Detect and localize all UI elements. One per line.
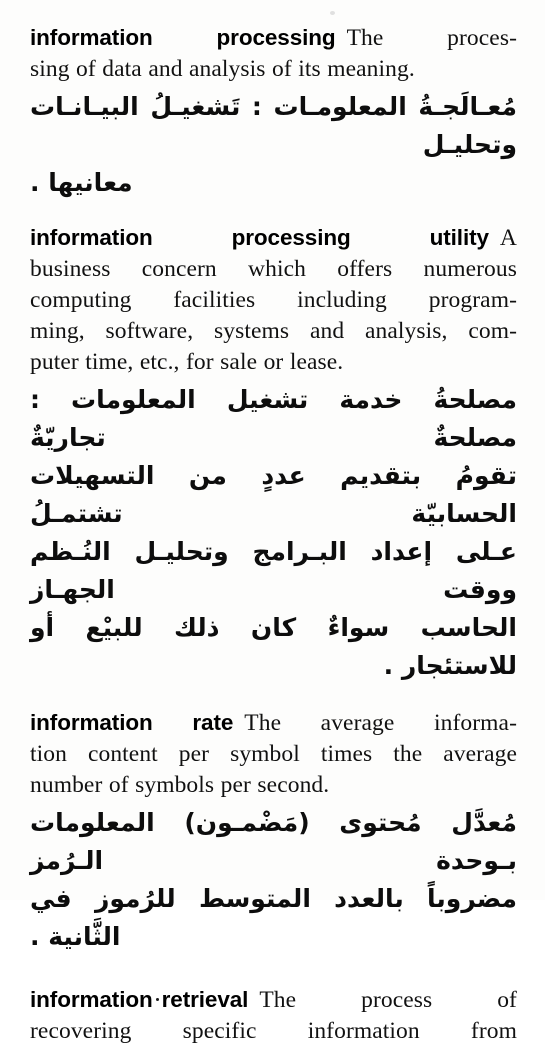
english-definition-block: information rate The average informa- tio… bbox=[30, 707, 517, 801]
entry-headword: information retrieval bbox=[30, 987, 248, 1012]
entry-headword: information processing bbox=[30, 25, 336, 50]
english-line: ming, software, systems and analysis, co… bbox=[30, 318, 517, 344]
scanned-page: information processing The proces- sing o… bbox=[0, 0, 545, 1044]
arabic-line: مُعـالَجـةُ المعلومـات : تَشغيـلُ البيـا… bbox=[30, 92, 517, 159]
english-line: number of symbols per second. bbox=[30, 772, 330, 798]
entry-headword: information processing utility bbox=[30, 225, 489, 250]
entry-headword-part-2: retrieval bbox=[161, 987, 249, 1012]
english-line: business concern which offers numerous bbox=[30, 256, 517, 282]
arabic-definition-block: مُعدَّل مُحتوى (مَضْمـون) المعلومات بـوح… bbox=[30, 804, 517, 956]
english-line: recovering specific information from bbox=[30, 1018, 517, 1044]
arabic-line: معانيها . bbox=[30, 168, 133, 197]
entry-headword-part-1: information bbox=[30, 987, 153, 1012]
arabic-line: عـلى إعداد البـرامج وتحليـل النُـظم ووقت… bbox=[30, 537, 517, 604]
english-line-text: sing of data and analysis of its meaning… bbox=[30, 56, 415, 82]
scan-speck-inline bbox=[155, 998, 159, 1001]
english-line: puter time, etc., for sale or lease. bbox=[30, 349, 344, 375]
english-line: information retrieval The process of bbox=[30, 984, 517, 1016]
english-line: tion content per symbol times the averag… bbox=[30, 741, 517, 767]
arabic-line: مصلحةُ خدمة تشغيل المعلومات : مصلحةٌ تجا… bbox=[30, 385, 517, 452]
english-line: information processing The proces- bbox=[30, 22, 517, 54]
entry-headword: information rate bbox=[30, 710, 234, 735]
english-definition-block: information processing The proces- sing o… bbox=[30, 22, 517, 85]
arabic-definition-block: مصلحةُ خدمة تشغيل المعلومات : مصلحةٌ تجا… bbox=[30, 381, 517, 685]
english-line: information processing utility A bbox=[30, 222, 517, 254]
dictionary-entry: information rate The average informa- tio… bbox=[30, 693, 517, 956]
english-line-text: The process of bbox=[259, 987, 517, 1013]
text-column: information processing The proces- sing o… bbox=[30, 0, 517, 1055]
english-line-text: The average informa- bbox=[244, 710, 517, 736]
arabic-line: الحاسب سواءٌ كان ذلك للبيْع أو للاستئجار… bbox=[30, 613, 517, 680]
english-line: computing facilities including program- bbox=[30, 287, 517, 313]
english-line: sing of data and analysis of its meaning… bbox=[30, 54, 517, 85]
arabic-line: تقومُ بتقديم عددٍ من التسهيلات الحسابيّة… bbox=[30, 461, 517, 528]
english-line: information rate The average informa- bbox=[30, 707, 517, 739]
english-line-text: The proces- bbox=[346, 25, 517, 51]
dictionary-entry: information processing utility A business… bbox=[30, 210, 517, 685]
dictionary-entry: information processing The proces- sing o… bbox=[30, 0, 517, 202]
dictionary-entry: information retrieval The process of recov… bbox=[30, 964, 517, 1047]
arabic-line: مضروباً بالعدد المتوسط للرُموز في الثَّا… bbox=[30, 884, 517, 951]
arabic-definition-block: مُعـالَجـةُ المعلومـات : تَشغيـلُ البيـا… bbox=[30, 88, 517, 202]
arabic-line: مُعدَّل مُحتوى (مَضْمـون) المعلومات بـوح… bbox=[30, 808, 517, 875]
english-definition-block: information retrieval The process of recov… bbox=[30, 984, 517, 1047]
english-definition-block: information processing utility A business… bbox=[30, 222, 517, 378]
english-line-text: A bbox=[499, 225, 517, 251]
